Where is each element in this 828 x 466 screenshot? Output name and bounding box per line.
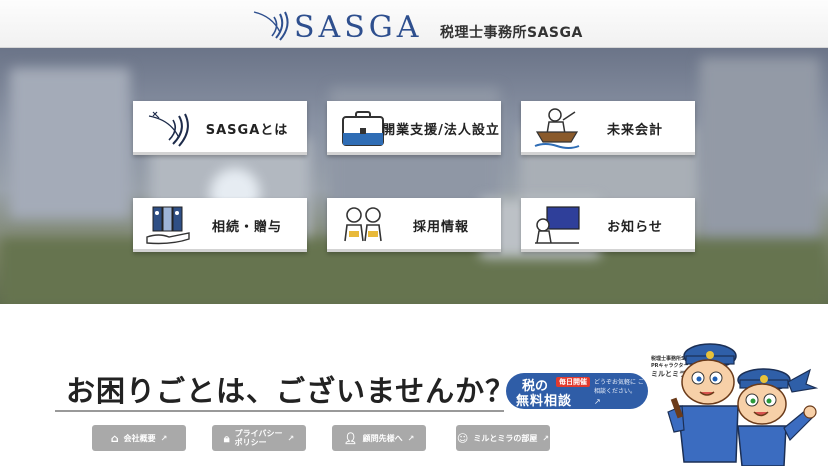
tile-label: お知らせ <box>607 219 663 235</box>
company-profile-button[interactable]: ⌂ 会社概要 ↗ <box>92 425 186 451</box>
button-label: 顧問先様へ <box>362 433 403 443</box>
consult-free-label: 無料相談 <box>516 394 573 409</box>
tile-news[interactable]: お知らせ <box>521 198 695 252</box>
binders-hand-icon <box>146 206 190 245</box>
tile-label: 採用情報 <box>412 219 469 235</box>
button-label: ミルとミラの部屋 <box>473 433 538 443</box>
tile-future-accounting[interactable]: 未来会計 <box>521 101 695 155</box>
external-link-icon: ↗ <box>407 433 415 443</box>
sasga-swoosh-icon <box>148 111 189 147</box>
site-header: SASGA 税理士事務所SASGA <box>0 0 828 48</box>
tile-label: 開業支援/法人設立 <box>382 122 500 138</box>
smile-icon: ☺ <box>456 431 469 445</box>
tile-label: 未来会計 <box>606 122 663 138</box>
mascot-characters-image <box>667 343 819 466</box>
external-link-icon: ↗ <box>160 433 168 443</box>
tile-label: SASGAとは <box>205 122 289 138</box>
person-board-icon <box>535 206 580 244</box>
daily-badge: 毎日開催 <box>556 377 590 387</box>
external-link-icon: ↗ <box>594 397 601 406</box>
lock-icon: 🔒︎ <box>223 431 230 445</box>
hero-banner: SASGAとは 開業支援/法人設立 未来会計 相続・贈与 採用情報 お知らせ <box>0 48 828 304</box>
button-label: プライバシー ポリシー <box>234 429 283 447</box>
external-link-icon: ↗ <box>287 433 295 443</box>
clients-button[interactable]: 👤︎ 顧問先様へ ↗ <box>332 425 426 451</box>
tile-label: 相続・贈与 <box>211 219 282 235</box>
tile-startup-support[interactable]: 開業支援/法人設立 <box>327 101 501 155</box>
consult-note: どうぞお気軽に ご相談ください。 <box>594 379 644 395</box>
site-logo[interactable]: SASGA <box>250 6 430 46</box>
mil-mira-room-button[interactable]: ☺ ミルとミラの部屋 ↗ <box>456 425 550 451</box>
logo-text: SASGA <box>294 10 423 45</box>
building-icon: ⌂ <box>110 431 119 445</box>
two-people-icon <box>344 207 382 242</box>
external-link-icon: ↗ <box>542 433 550 443</box>
divider <box>55 410 504 412</box>
page-question: お困りごとは、ございませんか？ <box>66 374 516 408</box>
tile-sasga-about[interactable]: SASGAとは <box>133 101 307 155</box>
boat-icon <box>534 108 580 149</box>
sasga-swoosh-icon <box>253 11 289 41</box>
briefcase-icon <box>342 111 384 146</box>
free-consultation-button[interactable]: 税の 毎日開催 無料相談 どうぞお気軽に ご相談ください。 ↗ <box>506 373 648 409</box>
person-icon: 👤︎ <box>343 431 358 445</box>
button-label: 会社概要 <box>123 433 156 443</box>
tile-recruitment[interactable]: 採用情報 <box>327 198 501 252</box>
privacy-policy-button[interactable]: 🔒︎ プライバシー ポリシー ↗ <box>212 425 306 451</box>
tile-inheritance-gift[interactable]: 相続・贈与 <box>133 198 307 252</box>
office-name: 税理士事務所SASGA <box>440 25 583 41</box>
